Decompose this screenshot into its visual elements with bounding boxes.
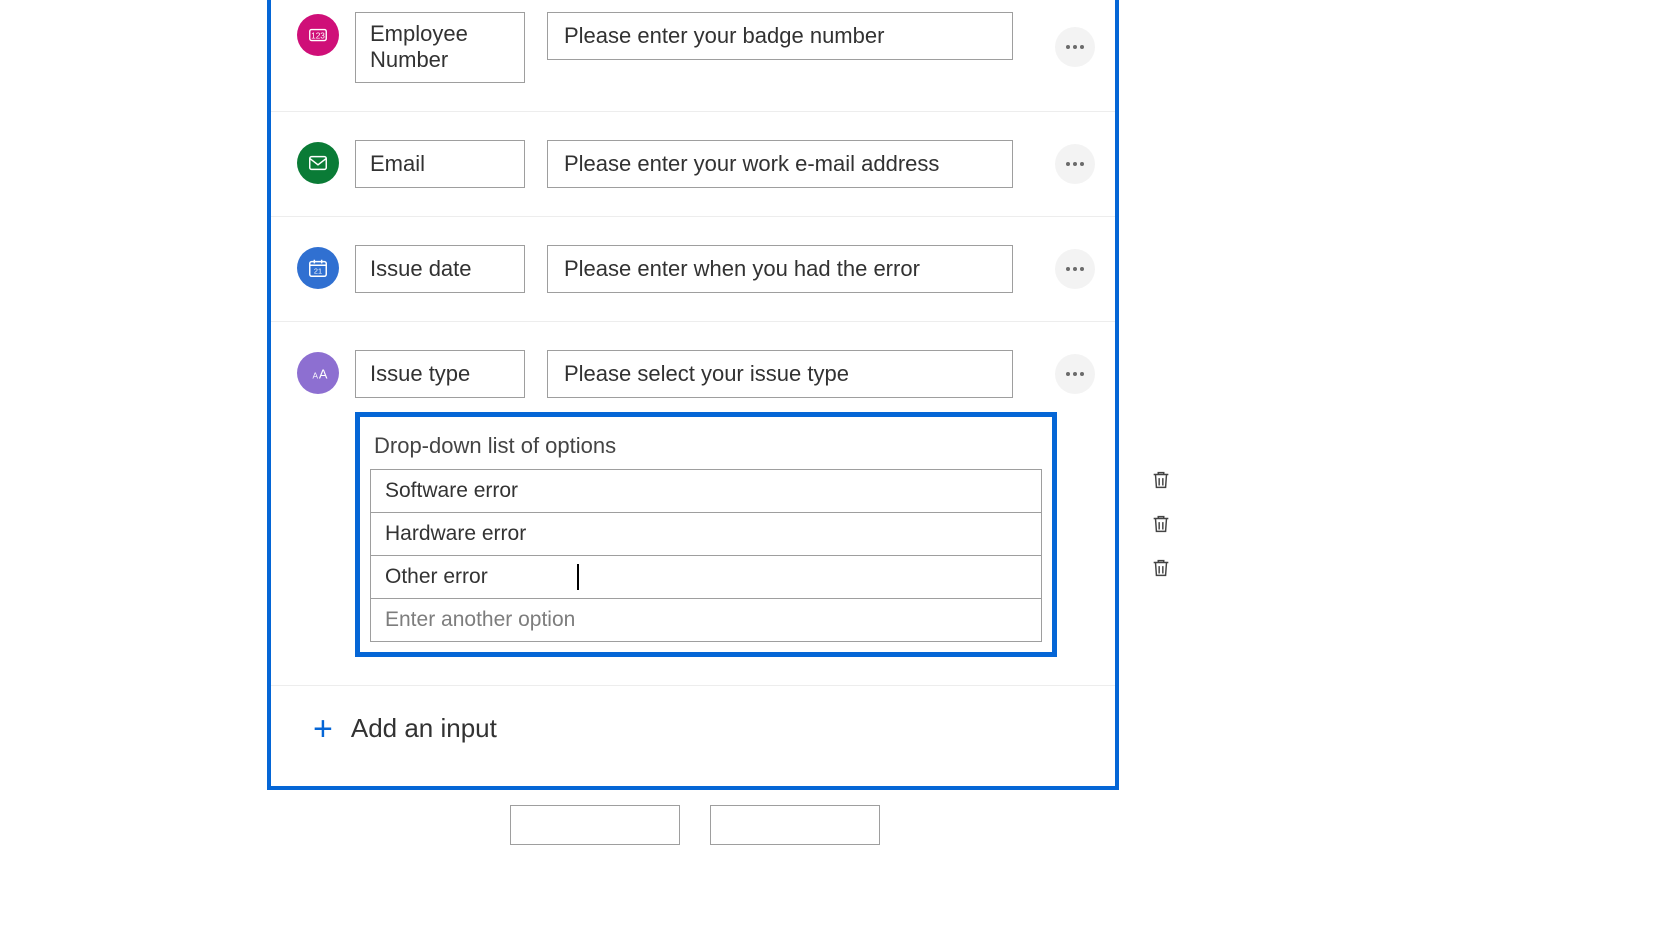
delete-option-button[interactable] bbox=[1150, 513, 1174, 537]
dropdown-option-row bbox=[371, 513, 1041, 556]
dropdown-options-panel: Drop-down list of options bbox=[355, 412, 1057, 657]
svg-text:A: A bbox=[319, 366, 328, 381]
svg-text:21: 21 bbox=[314, 266, 322, 275]
delete-option-button[interactable] bbox=[1150, 469, 1174, 493]
trash-icon bbox=[1150, 469, 1172, 491]
more-options-button[interactable] bbox=[1055, 249, 1095, 289]
add-input-label: Add an input bbox=[351, 713, 497, 744]
input-row-email bbox=[271, 112, 1115, 217]
svg-text:A: A bbox=[313, 371, 319, 380]
dropdown-option-row bbox=[371, 470, 1041, 513]
mail-icon bbox=[297, 142, 339, 184]
input-name-field[interactable] bbox=[355, 12, 525, 83]
delete-option-button[interactable] bbox=[1150, 557, 1174, 581]
input-row-issue-type: AA Drop-down list of options bbox=[271, 322, 1115, 686]
footer-button-right[interactable] bbox=[710, 805, 880, 845]
input-prompt-field[interactable] bbox=[547, 245, 1013, 293]
svg-text:123: 123 bbox=[311, 32, 325, 41]
text-type-icon: AA bbox=[297, 352, 339, 394]
dropdown-option-row bbox=[371, 599, 1041, 641]
delete-icons-column bbox=[1150, 469, 1174, 581]
dropdown-new-option-input[interactable] bbox=[371, 599, 1041, 641]
input-name-field[interactable] bbox=[355, 245, 525, 293]
footer-buttons-bar bbox=[510, 805, 880, 845]
footer-button-left[interactable] bbox=[510, 805, 680, 845]
ellipsis-icon bbox=[1066, 372, 1084, 376]
trash-icon bbox=[1150, 557, 1172, 579]
dropdown-option-input[interactable] bbox=[371, 513, 1041, 555]
ellipsis-icon bbox=[1066, 162, 1084, 166]
input-row-issue-date: 21 bbox=[271, 217, 1115, 322]
dropdown-panel-title: Drop-down list of options bbox=[370, 427, 1042, 469]
dropdown-option-input[interactable] bbox=[371, 470, 1041, 512]
ellipsis-icon bbox=[1066, 267, 1084, 271]
calendar-icon: 21 bbox=[297, 247, 339, 289]
input-name-field[interactable] bbox=[355, 140, 525, 188]
input-prompt-field[interactable] bbox=[547, 350, 1013, 398]
add-input-button[interactable]: + Add an input bbox=[271, 686, 1115, 756]
text-cursor-icon bbox=[577, 564, 579, 590]
ellipsis-icon bbox=[1066, 45, 1084, 49]
more-options-button[interactable] bbox=[1055, 144, 1095, 184]
more-options-button[interactable] bbox=[1055, 354, 1095, 394]
input-prompt-field[interactable] bbox=[547, 140, 1013, 188]
input-row-employee-number: 123 bbox=[271, 0, 1115, 112]
trash-icon bbox=[1150, 513, 1172, 535]
input-prompt-field[interactable] bbox=[547, 12, 1013, 60]
dropdown-option-list bbox=[370, 469, 1042, 642]
trigger-inputs-card: 123 21 AA bbox=[267, 0, 1119, 790]
dropdown-option-input[interactable] bbox=[371, 556, 1041, 598]
plus-icon: + bbox=[313, 712, 333, 746]
more-options-button[interactable] bbox=[1055, 27, 1095, 67]
number-icon: 123 bbox=[297, 14, 339, 56]
input-name-field[interactable] bbox=[355, 350, 525, 398]
dropdown-option-row bbox=[371, 556, 1041, 599]
